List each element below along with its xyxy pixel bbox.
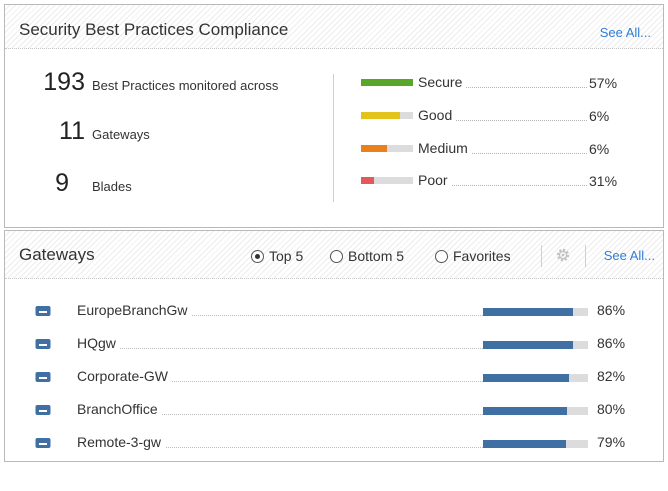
filter-top5-radio[interactable]: Top 5 <box>251 248 303 264</box>
gateway-name[interactable]: EuropeBranchGw <box>77 302 192 318</box>
gateways-count: 11 <box>59 117 85 145</box>
compliance-divider <box>333 74 334 202</box>
gateway-percent: 79% <box>597 434 626 450</box>
legend-poor: Poor 31% <box>361 172 631 190</box>
gateway-icon <box>35 438 51 448</box>
gateways-title: Gateways <box>19 245 95 264</box>
gateway-name[interactable]: Remote-3-gw <box>77 434 166 450</box>
gateway-row[interactable]: EuropeBranchGw 86% <box>35 301 635 321</box>
radio-unselected-icon <box>435 250 448 263</box>
compliance-title: Security Best Practices Compliance <box>19 20 289 39</box>
legend-good: Good 6% <box>361 107 631 125</box>
filter-favorites-label: Favorites <box>453 248 511 264</box>
gateway-percent: 86% <box>597 335 626 351</box>
legend-medium: Medium 6% <box>361 140 631 158</box>
gateway-percent: 86% <box>597 302 626 318</box>
gateway-progress-bar <box>483 407 588 415</box>
gateway-row[interactable]: BranchOffice 80% <box>35 400 635 420</box>
legend-secure: Secure 57% <box>361 74 631 92</box>
gateway-name[interactable]: Corporate-GW <box>77 368 173 384</box>
filter-bottom5-label: Bottom 5 <box>348 248 405 264</box>
gateways-panel: Gateways Top 5 Bottom 5 Favorites See Al… <box>4 230 664 462</box>
compliance-see-all-link[interactable]: See All... <box>600 25 651 40</box>
best-practices-count: 193 <box>43 68 85 96</box>
gear-icon[interactable] <box>555 247 571 263</box>
gateway-progress-bar <box>483 440 588 448</box>
radio-unselected-icon <box>330 250 343 263</box>
legend-medium-pct: 6% <box>589 141 610 157</box>
compliance-panel: Security Best Practices Compliance See A… <box>4 4 664 228</box>
gateway-row[interactable]: Corporate-GW 82% <box>35 367 635 387</box>
gateway-icon <box>35 372 51 382</box>
blades-count: 9 <box>55 169 69 197</box>
legend-poor-label: Poor <box>418 172 452 188</box>
gateways-count-label: Gateways <box>92 127 150 142</box>
gateway-name[interactable]: HQgw <box>77 335 120 351</box>
legend-poor-bar <box>361 177 413 184</box>
legend-medium-bar <box>361 145 413 152</box>
gateway-icon <box>35 306 51 316</box>
gateway-row[interactable]: Remote-3-gw 79% <box>35 433 635 453</box>
gateway-progress-bar <box>483 374 588 382</box>
gateway-name[interactable]: BranchOffice <box>77 401 162 417</box>
gateway-icon <box>35 339 51 349</box>
blades-count-label: Blades <box>92 179 132 194</box>
gateway-percent: 80% <box>597 401 626 417</box>
radio-selected-icon <box>251 250 264 263</box>
legend-secure-bar <box>361 79 413 86</box>
header-separator <box>541 245 542 267</box>
gateway-row[interactable]: HQgw 86% <box>35 334 635 354</box>
header-separator <box>585 245 586 267</box>
gateway-progress-bar <box>483 308 588 316</box>
best-practices-label: Best Practices monitored across <box>92 78 279 93</box>
gateways-header: Gateways Top 5 Bottom 5 Favorites See Al… <box>5 231 663 279</box>
filter-top5-label: Top 5 <box>269 248 304 264</box>
gateway-icon <box>35 405 51 415</box>
legend-medium-label: Medium <box>418 140 472 156</box>
legend-good-bar <box>361 112 413 119</box>
filter-favorites-radio[interactable]: Favorites <box>435 248 511 264</box>
gateways-see-all-link[interactable]: See All... <box>604 248 655 263</box>
gateway-progress-bar <box>483 341 588 349</box>
filter-bottom5-radio[interactable]: Bottom 5 <box>330 248 404 264</box>
legend-secure-label: Secure <box>418 74 467 90</box>
legend-good-label: Good <box>418 107 457 123</box>
legend-poor-pct: 31% <box>589 173 618 189</box>
gateway-percent: 82% <box>597 368 626 384</box>
legend-good-pct: 6% <box>589 108 610 124</box>
compliance-header: Security Best Practices Compliance See A… <box>5 5 663 49</box>
legend-secure-pct: 57% <box>589 75 618 91</box>
